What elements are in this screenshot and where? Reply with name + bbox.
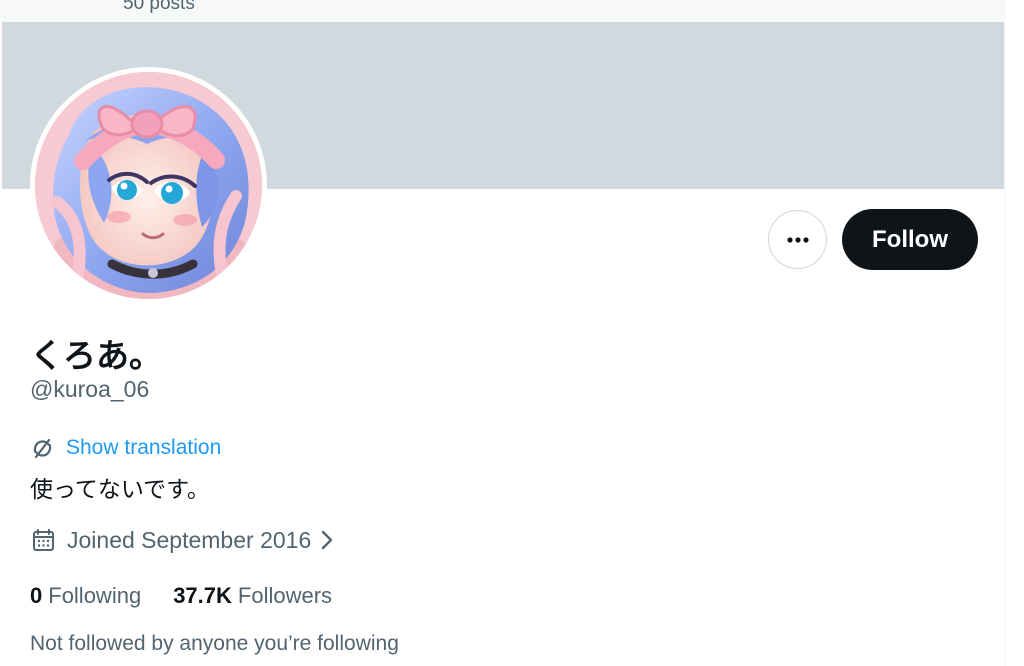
- followed-by-note: Not followed by anyone you’re following: [30, 632, 399, 655]
- profile-page: 50 posts Follow くろあ。 @kuroa_06 Show tran…: [0, 0, 1024, 666]
- calendar-icon: [33, 528, 54, 551]
- show-translation-link[interactable]: Show translation: [66, 436, 221, 460]
- following-count: 0: [30, 583, 43, 608]
- profile-column-divider: [1004, 0, 1005, 666]
- followers-label: Followers: [237, 583, 333, 608]
- joined-date-row: Joined September 2016: [30, 524, 338, 556]
- profile-handle: @kuroa_06: [30, 376, 150, 402]
- following-label: Following: [48, 583, 142, 608]
- display-name: くろあ。: [30, 337, 162, 374]
- avatar-image: [35, 72, 262, 299]
- post-count: 50 posts: [123, 0, 195, 14]
- chevron-right-icon[interactable]: [316, 527, 338, 553]
- followers-count: 37.7K: [173, 583, 232, 608]
- joined-date: Joined September 2016: [67, 526, 312, 553]
- following-link[interactable]: 0 Following: [30, 583, 141, 609]
- profile-stats: 0 Following 37.7K Followers: [30, 583, 364, 609]
- followers-link[interactable]: 37.7K Followers: [173, 583, 332, 609]
- translate-icon: [33, 438, 52, 458]
- profile-bio: 使ってないです。: [30, 476, 210, 502]
- profile-avatar[interactable]: [30, 67, 267, 304]
- more-options-button[interactable]: [768, 210, 827, 269]
- follow-button[interactable]: Follow: [842, 209, 978, 270]
- more-horizontal-icon: [786, 236, 809, 243]
- profile-header: 50 posts: [0, 0, 1004, 22]
- translation-row: Show translation: [30, 433, 221, 463]
